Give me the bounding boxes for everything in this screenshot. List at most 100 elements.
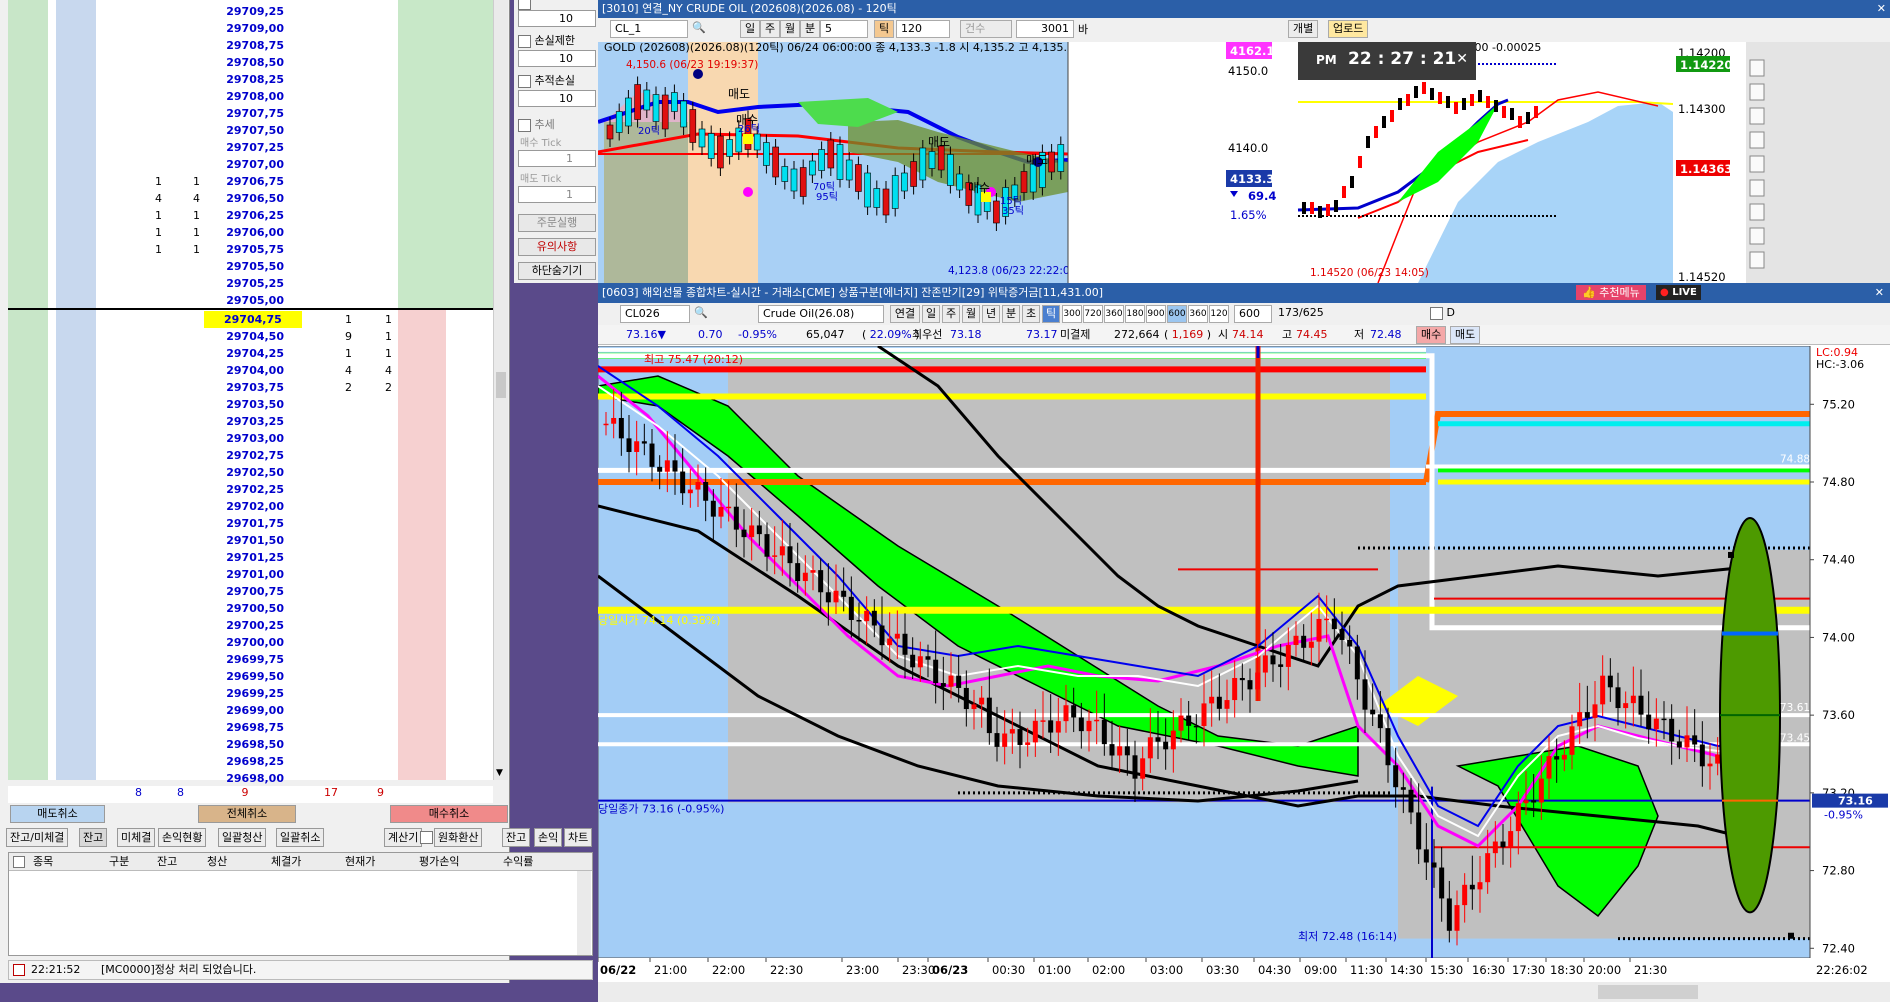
order-row[interactable]: 29706,00 1 1 (8, 224, 493, 241)
cancel-sell-button[interactable]: 매도취소 (10, 805, 105, 823)
recommend-menu-button[interactable]: 👍 추천메뉴 (1576, 285, 1646, 300)
tick-interval-select[interactable]: 600 (1234, 305, 1272, 323)
order-row[interactable]: 29709,00 (8, 20, 493, 37)
positions-tab[interactable]: 미체결 (117, 828, 156, 847)
positions-tab[interactable]: 차트 (564, 828, 593, 847)
loss-limit-spin[interactable]: 10 (518, 50, 596, 67)
minute-select[interactable]: 5 (820, 20, 868, 38)
close-icon[interactable]: ✕ (1456, 51, 1468, 67)
order-row[interactable]: 29705,25 (8, 275, 493, 292)
chart-tool-icon[interactable] (1749, 59, 1765, 77)
count-input[interactable]: 3001 (1016, 20, 1074, 38)
period-button[interactable]: 연결 (890, 305, 920, 323)
sell-button[interactable]: 매도 (1450, 326, 1481, 344)
chart-tool-icon[interactable] (1749, 155, 1765, 173)
chart-tool-icon[interactable] (1749, 131, 1765, 149)
order-row[interactable]: 29708,75 (8, 37, 493, 54)
order-row[interactable]: 29708,25 (8, 71, 493, 88)
close-icon[interactable]: ✕ (1875, 283, 1884, 302)
positions-scrollbar[interactable] (577, 871, 591, 955)
checkbox-1[interactable] (518, 0, 531, 10)
buy-stop-area[interactable] (398, 310, 446, 780)
chart-tool-icon[interactable] (1749, 251, 1765, 269)
spin-1[interactable]: 10 (518, 10, 596, 27)
period-tick-button[interactable]: 틱 (874, 20, 895, 38)
period-button[interactable]: 주 (942, 305, 960, 323)
cancel-all-button[interactable]: 전체취소 (198, 805, 296, 823)
trailing-stop-spin[interactable]: 10 (518, 90, 596, 107)
symbol-input[interactable]: CL026 (620, 305, 690, 323)
main-chart-canvas[interactable]: 최고 75.47 (20:12) 당일시가 74.14 (0.38%) 당일종가 7… (598, 346, 1890, 1002)
positions-tab[interactable]: 잔고 (502, 828, 531, 847)
krw-convert-checkbox[interactable] (420, 831, 433, 844)
order-row[interactable]: 29706,50 4 4 (8, 190, 493, 207)
positions-tab[interactable]: 잔고/미체결 (6, 828, 69, 847)
d-checkbox[interactable] (1430, 306, 1443, 320)
tick-choice-button[interactable]: 600 (1167, 305, 1187, 323)
positions-tab[interactable]: 손익 (534, 828, 563, 847)
order-row[interactable]: 29706,75 1 1 (8, 173, 493, 190)
order-row[interactable]: 29707,50 (8, 122, 493, 139)
positions-tab[interactable]: 일괄취소 (276, 828, 325, 847)
live-button[interactable]: ● LIVE (1656, 285, 1701, 300)
tick-choice-button[interactable]: 360 (1188, 305, 1208, 323)
search-icon[interactable]: 🔍 (692, 21, 706, 34)
tick-choice-button[interactable]: 360 (1104, 305, 1124, 323)
order-row[interactable]: 29707,00 (8, 156, 493, 173)
hide-bottom-button[interactable]: 하단숨기기 (518, 262, 596, 280)
tick-choice-button[interactable]: 120 (1209, 305, 1229, 323)
period-button[interactable]: 년 (982, 305, 1000, 323)
positions-tab[interactable]: 계산기 (384, 828, 423, 847)
period-week-button[interactable]: 주 (760, 20, 781, 38)
cancel-buy-button[interactable]: 매수취소 (390, 805, 508, 823)
buy-button[interactable]: 매수 (1416, 326, 1447, 344)
order-row[interactable]: 29705,00 (8, 292, 493, 309)
individual-button[interactable]: 개별 (1288, 20, 1319, 38)
order-row[interactable]: 29705,75 1 1 (8, 241, 493, 258)
tick-choice-button[interactable]: 720 (1083, 305, 1103, 323)
product-name-field[interactable]: Crude Oil(26.08) (758, 305, 884, 323)
period-month-button[interactable]: 월 (780, 20, 801, 38)
period-button[interactable]: 분 (1002, 305, 1020, 323)
order-row[interactable]: 29708,50 (8, 54, 493, 71)
sell-tick-spin[interactable]: 1 (518, 186, 596, 203)
tick-choice-button[interactable]: 180 (1125, 305, 1145, 323)
select-all-checkbox[interactable] (13, 856, 25, 868)
top-chart-canvas[interactable]: GOLD (202608)(2026.08)(120틱) 06/24 06:00… (598, 42, 1890, 283)
buy-tick-spin[interactable]: 1 (518, 150, 596, 167)
order-row[interactable]: 29707,25 (8, 139, 493, 156)
period-day-button[interactable]: 일 (740, 20, 761, 38)
upper-right-area[interactable] (446, 0, 493, 310)
order-exec-button[interactable]: 주문실행 (518, 214, 596, 232)
period-button[interactable]: 월 (962, 305, 980, 323)
chart-tool-icon[interactable] (1749, 107, 1765, 125)
chart-tool-icon[interactable] (1749, 203, 1765, 221)
positions-tab[interactable]: 손익현황 (158, 828, 207, 847)
order-row[interactable]: 29707,75 (8, 105, 493, 122)
order-book-scrollbar[interactable]: ▼ (493, 0, 508, 780)
scroll-down-icon[interactable]: ▼ (496, 768, 503, 778)
order-row[interactable]: 29705,50 (8, 258, 493, 275)
positions-tab[interactable]: 원화환산 (434, 828, 483, 847)
notice-button[interactable]: 유의사항 (518, 238, 596, 256)
tick-choice-button[interactable]: 300 (1062, 305, 1082, 323)
chart-tool-icon[interactable] (1749, 227, 1765, 245)
trailing-stop-checkbox[interactable] (518, 74, 531, 88)
chart-scroll-thumb[interactable] (1598, 985, 1698, 999)
close-icon[interactable]: ✕ (1877, 0, 1886, 17)
search-icon[interactable]: 🔍 (694, 306, 708, 319)
loss-limit-checkbox[interactable] (518, 34, 531, 48)
order-row[interactable]: 29708,00 (8, 88, 493, 105)
chart-tool-icon[interactable] (1749, 83, 1765, 101)
positions-tab[interactable]: 잔고 (79, 828, 108, 847)
chart-tool-icon[interactable] (1749, 179, 1765, 197)
order-row[interactable]: 29709,25 (8, 3, 493, 20)
order-row[interactable]: 29706,25 1 1 (8, 207, 493, 224)
tick-choice-button[interactable]: 900 (1146, 305, 1166, 323)
scrollbar-thumb[interactable] (496, 372, 506, 398)
period-button[interactable]: 틱 (1042, 305, 1060, 323)
period-min-button[interactable]: 분 (800, 20, 821, 38)
period-button[interactable]: 초 (1022, 305, 1040, 323)
period-button[interactable]: 일 (922, 305, 940, 323)
count-select[interactable]: 건수 (960, 20, 1012, 38)
